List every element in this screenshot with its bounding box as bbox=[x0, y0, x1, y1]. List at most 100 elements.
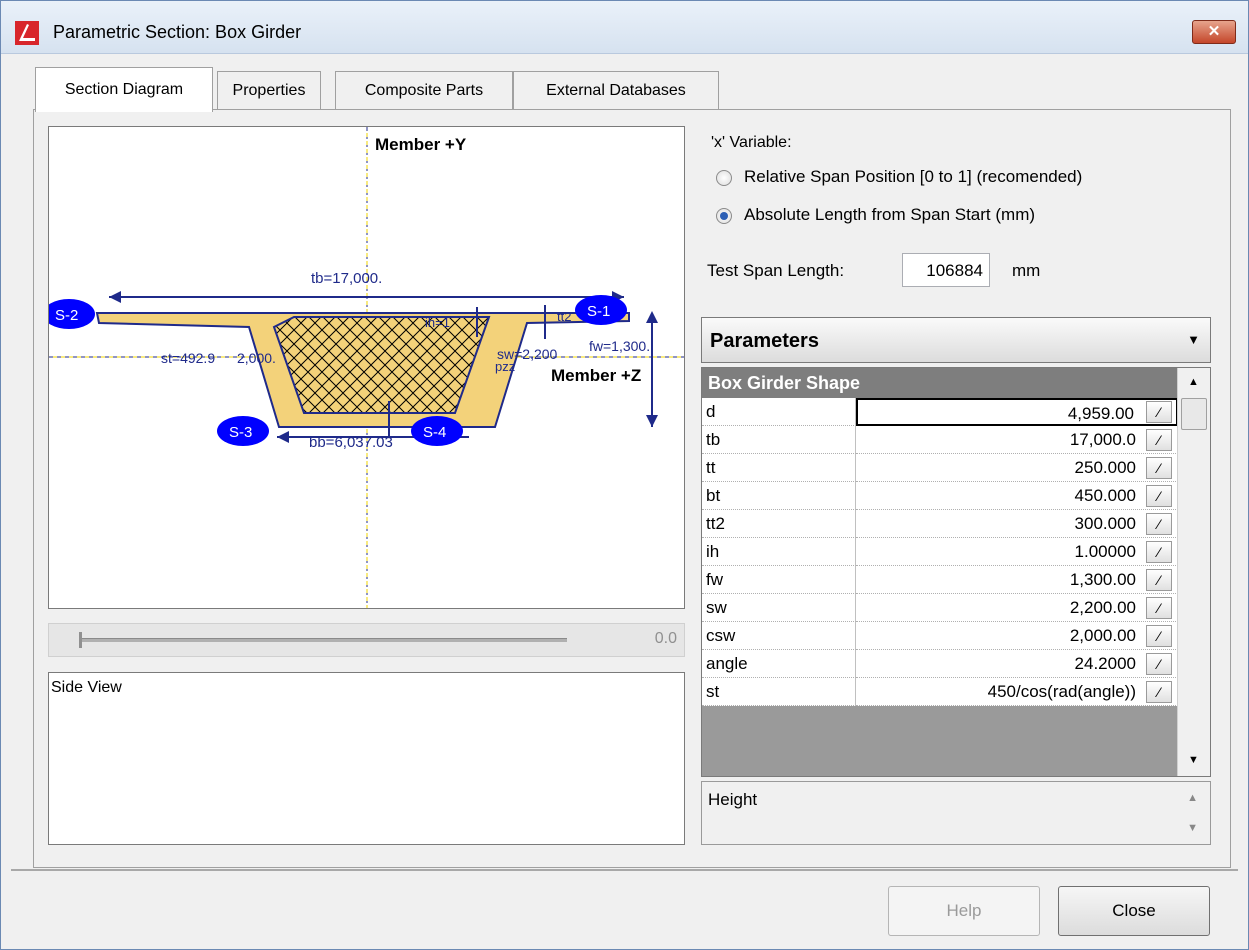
param-value-input[interactable]: 1,300.00 bbox=[856, 566, 1178, 594]
scroll-up-icon[interactable]: ▲ bbox=[1188, 376, 1199, 388]
formula-edit-button[interactable]: ⁄ bbox=[1146, 485, 1172, 507]
test-span-input[interactable]: 106884 bbox=[902, 253, 990, 287]
description-scroll-up-icon[interactable]: ▲ bbox=[1187, 792, 1198, 804]
tab-section-diagram[interactable]: Section Diagram bbox=[35, 67, 213, 112]
tab-properties[interactable]: Properties bbox=[217, 71, 321, 109]
member-y-label: Member +Y bbox=[375, 135, 467, 154]
close-button[interactable]: Close bbox=[1058, 886, 1210, 936]
fw-label: fw=1,300. bbox=[589, 338, 650, 354]
param-row-tt: tt 250.000 ⁄ bbox=[702, 454, 1178, 482]
bb-arrow-left bbox=[277, 431, 289, 443]
param-name: csw bbox=[702, 622, 856, 650]
param-name: tt bbox=[702, 454, 856, 482]
box-girder-infill bbox=[272, 316, 491, 414]
ih-label: ih=1 bbox=[425, 315, 450, 330]
depth-arrow-top bbox=[646, 311, 658, 323]
node-s2[interactable]: S-2 bbox=[43, 299, 95, 329]
formula-edit-button[interactable]: ⁄ bbox=[1146, 569, 1172, 591]
formula-edit-button[interactable]: ⁄ bbox=[1146, 429, 1172, 451]
span-slider-thumb[interactable] bbox=[79, 632, 82, 648]
title-bar: Parametric Section: Box Girder ✕ bbox=[1, 1, 1248, 54]
formula-edit-button[interactable]: ⁄ bbox=[1146, 625, 1172, 647]
param-name: bt bbox=[702, 482, 856, 510]
app-logo-icon bbox=[15, 21, 39, 45]
node-s1[interactable]: S-1 bbox=[575, 295, 627, 325]
param-value-input[interactable]: 450.000 bbox=[856, 482, 1178, 510]
parameters-dropdown[interactable]: Parameters ▼ bbox=[701, 317, 1211, 363]
tb-label: tb=17,000. bbox=[311, 270, 382, 287]
x-variable-label: 'x' Variable: bbox=[711, 134, 792, 151]
tt2-label: tt2 bbox=[557, 309, 571, 324]
node-s3[interactable]: S-3 bbox=[217, 416, 269, 446]
radio-relative-span-indicator[interactable] bbox=[716, 170, 732, 186]
formula-edit-button[interactable]: ⁄ bbox=[1146, 653, 1172, 675]
footer-separator bbox=[11, 869, 1238, 871]
bb-label: bb=6,037.03 bbox=[309, 434, 393, 451]
tab-composite-parts[interactable]: Composite Parts bbox=[335, 71, 513, 109]
tab-external-databases[interactable]: External Databases bbox=[513, 71, 719, 109]
formula-edit-button[interactable]: ⁄ bbox=[1146, 401, 1172, 423]
formula-edit-button[interactable]: ⁄ bbox=[1146, 513, 1172, 535]
radio-relative-span-label: Relative Span Position [0 to 1] (recomen… bbox=[744, 167, 1083, 186]
param-name: fw bbox=[702, 566, 856, 594]
formula-edit-button[interactable]: ⁄ bbox=[1146, 681, 1172, 703]
param-name: st bbox=[702, 678, 856, 706]
param-name: d bbox=[702, 398, 856, 426]
side-view-label: Side View bbox=[51, 679, 122, 696]
pzz-label: pzz bbox=[495, 359, 515, 374]
formula-edit-button[interactable]: ⁄ bbox=[1146, 597, 1172, 619]
param-row-tt2: tt2 300.000 ⁄ bbox=[702, 510, 1178, 538]
param-row-d: d 4,959.00 ⁄ bbox=[702, 398, 1178, 426]
param-value-input[interactable]: 2,200.00 bbox=[856, 594, 1178, 622]
span-position-slider-row: 0.0 bbox=[48, 623, 685, 657]
parameter-description: Height ▲ ▼ bbox=[701, 781, 1211, 845]
param-name: angle bbox=[702, 650, 856, 678]
tb-arrow-left bbox=[109, 291, 121, 303]
chevron-down-icon: ▼ bbox=[1187, 332, 1200, 347]
radio-absolute-length-label: Absolute Length from Span Start (mm) bbox=[744, 205, 1036, 224]
description-scroll-down-icon[interactable]: ▼ bbox=[1187, 822, 1198, 834]
param-value-input[interactable]: 2,000.00 bbox=[856, 622, 1178, 650]
side-view-panel: Side View bbox=[48, 672, 685, 845]
st-label: st=492.9 bbox=[161, 350, 215, 366]
member-z-label: Member +Z bbox=[551, 366, 641, 385]
param-value-input[interactable]: 4,959.00 bbox=[856, 398, 1178, 426]
node-s2-label: S-2 bbox=[55, 307, 78, 324]
section-diagram[interactable]: tb=17,000. bb=6,037.03 st=492.9 sw=2,200… bbox=[43, 126, 685, 609]
formula-edit-button[interactable]: ⁄ bbox=[1146, 541, 1172, 563]
param-name: tb bbox=[702, 426, 856, 454]
param-value-input[interactable]: 250.000 bbox=[856, 454, 1178, 482]
node-s4-label: S-4 bbox=[423, 424, 446, 441]
param-row-angle: angle 24.2000 ⁄ bbox=[702, 650, 1178, 678]
csw-label: 2,000. bbox=[237, 350, 276, 366]
param-value-input[interactable]: 300.000 bbox=[856, 510, 1178, 538]
param-value-input[interactable]: 450/cos(rad(angle)) bbox=[856, 678, 1178, 706]
help-button[interactable]: Help bbox=[888, 886, 1040, 936]
param-value-input[interactable]: 17,000.0 bbox=[856, 426, 1178, 454]
node-s4[interactable]: S-4 bbox=[411, 416, 463, 446]
param-row-fw: fw 1,300.00 ⁄ bbox=[702, 566, 1178, 594]
radio-absolute-length-indicator[interactable] bbox=[716, 208, 732, 224]
scroll-down-icon[interactable]: ▼ bbox=[1188, 754, 1199, 766]
node-s1-label: S-1 bbox=[587, 303, 610, 320]
param-name: tt2 bbox=[702, 510, 856, 538]
window-close-button[interactable]: ✕ bbox=[1192, 20, 1236, 44]
param-row-csw: csw 2,000.00 ⁄ bbox=[702, 622, 1178, 650]
param-value-input[interactable]: 24.2000 bbox=[856, 650, 1178, 678]
param-value-input[interactable]: 1.00000 bbox=[856, 538, 1178, 566]
dialog-window: Parametric Section: Box Girder ✕ Section… bbox=[0, 0, 1249, 950]
parameter-description-text: Height bbox=[708, 790, 758, 809]
section-diagram-canvas: tb=17,000. bb=6,037.03 st=492.9 sw=2,200… bbox=[43, 127, 684, 608]
param-row-tb: tb 17,000.0 ⁄ bbox=[702, 426, 1178, 454]
param-row-ih: ih 1.00000 ⁄ bbox=[702, 538, 1178, 566]
parameter-grid-scrollbar[interactable]: ▲ ▼ bbox=[1177, 368, 1210, 776]
window-title: Parametric Section: Box Girder bbox=[53, 22, 302, 42]
parameter-grid: Box Girder Shape d 4,959.00 ⁄ tb 17,000.… bbox=[701, 367, 1211, 777]
param-row-sw: sw 2,200.00 ⁄ bbox=[702, 594, 1178, 622]
scroll-thumb[interactable] bbox=[1181, 398, 1207, 430]
span-slider-value: 0.0 bbox=[654, 630, 677, 647]
formula-edit-button[interactable]: ⁄ bbox=[1146, 457, 1172, 479]
span-slider-track[interactable] bbox=[79, 638, 567, 642]
depth-arrow-bottom bbox=[646, 415, 658, 427]
node-s3-label: S-3 bbox=[229, 424, 252, 441]
